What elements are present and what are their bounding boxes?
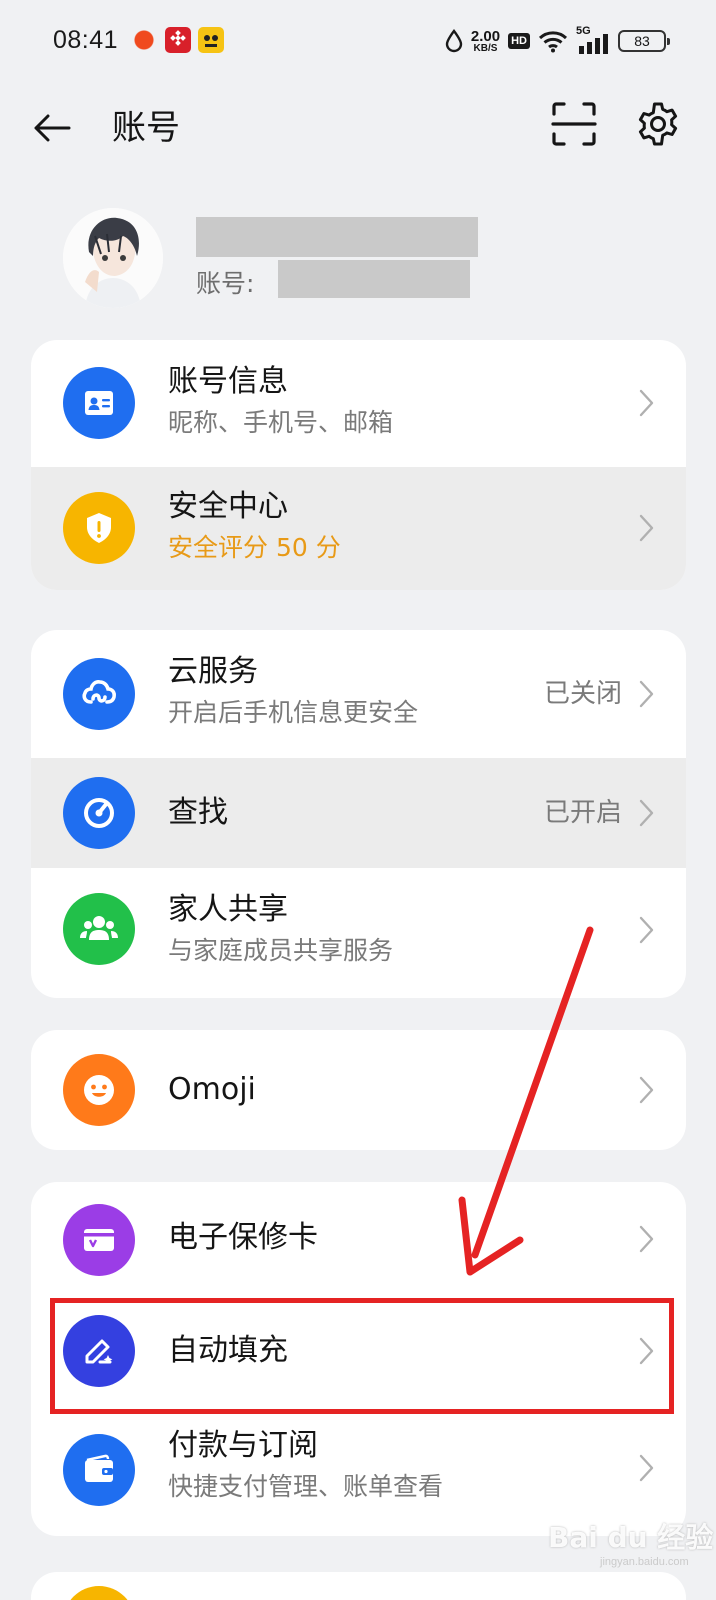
chevron-right-icon	[639, 680, 654, 708]
warranty-card-icon	[63, 1204, 135, 1276]
chevron-right-icon	[639, 1225, 654, 1253]
notification-app-icon	[131, 27, 157, 53]
notification-app-icon	[165, 27, 191, 53]
row-status: 已开启	[543, 798, 622, 828]
warranty-card-row[interactable]: 电子保修卡	[31, 1182, 686, 1296]
row-title: 电子保修卡	[168, 1220, 318, 1255]
app-header: 账号	[0, 88, 716, 168]
account-info-row[interactable]: 账号信息 昵称、手机号、邮箱	[31, 340, 686, 467]
account-id-redacted	[278, 260, 470, 298]
data-saver-icon	[445, 29, 463, 53]
row-title: 账号信息	[168, 364, 288, 399]
hd-badge: HD	[508, 33, 530, 49]
chevron-right-icon	[639, 1454, 654, 1482]
omoji-row[interactable]: Omoji	[31, 1030, 686, 1150]
row-subtitle: 开启后手机信息更安全	[168, 698, 419, 727]
network-speed: 2.00 KB/S	[470, 27, 501, 54]
security-score: 安全评分 50 分	[168, 533, 341, 562]
id-card-icon	[63, 367, 135, 439]
gear-icon	[638, 102, 678, 146]
row-title: 付款与订阅	[168, 1428, 318, 1463]
battery-indicator: 83	[618, 30, 670, 52]
cloud-service-row[interactable]: 云服务 开启后手机信息更安全 已关闭	[31, 630, 686, 758]
security-center-row[interactable]: 安全中心 安全评分 50 分	[31, 467, 686, 590]
partial-icon	[63, 1586, 135, 1600]
battery-level: 83	[634, 33, 650, 49]
username-redacted	[196, 217, 478, 257]
settings-button[interactable]	[634, 100, 682, 148]
avatar-illustration	[63, 208, 163, 308]
scan-icon	[551, 102, 597, 146]
chevron-right-icon	[639, 389, 654, 417]
chevron-right-icon	[639, 514, 654, 542]
status-time: 08:41	[53, 26, 119, 54]
smiley-icon	[63, 1054, 135, 1126]
next-card-partial	[31, 1572, 686, 1600]
account-label: 账号:	[196, 269, 255, 298]
page-title: 账号	[112, 108, 180, 148]
cloud-icon	[63, 658, 135, 730]
shield-icon	[63, 492, 135, 564]
row-subtitle: 快捷支付管理、账单查看	[168, 1472, 444, 1501]
back-button[interactable]	[30, 106, 74, 150]
notification-app-icon	[198, 27, 224, 53]
find-device-icon	[63, 777, 135, 849]
cellular-signal: 5G	[576, 25, 610, 54]
row-status: 已关闭	[543, 679, 622, 709]
chevron-right-icon	[639, 799, 654, 827]
row-title: 家人共享	[168, 892, 288, 927]
family-icon	[63, 893, 135, 965]
row-title: 安全中心	[168, 489, 288, 524]
row-subtitle: 昵称、手机号、邮箱	[168, 408, 394, 437]
wallet-icon	[63, 1434, 135, 1506]
signal-bars-icon	[579, 34, 608, 54]
services-card: 云服务 开启后手机信息更安全 已关闭 查找 已开启 家人共享 与家庭成员共享服务	[31, 630, 686, 998]
account-card: 账号信息 昵称、手机号、邮箱 安全中心 安全评分 50 分	[31, 340, 686, 590]
omoji-card: Omoji	[31, 1030, 686, 1150]
row-title: 云服务	[168, 654, 258, 689]
watermark-logo: Bai du 经验	[548, 1521, 714, 1554]
avatar[interactable]	[63, 208, 163, 308]
chevron-right-icon	[639, 1076, 654, 1104]
chevron-right-icon	[639, 916, 654, 944]
row-title: 查找	[168, 795, 228, 830]
arrow-left-icon	[34, 114, 71, 142]
status-bar: 08:41 2.00 KB/S HD 5G 83	[0, 0, 716, 84]
watermark-url: jingyan.baidu.com	[600, 1556, 689, 1568]
family-sharing-row[interactable]: 家人共享 与家庭成员共享服务	[31, 868, 686, 998]
find-device-row[interactable]: 查找 已开启	[31, 758, 686, 868]
wifi-icon	[538, 31, 568, 53]
row-title: Omoji	[168, 1072, 256, 1107]
scan-button[interactable]	[550, 100, 598, 148]
row-subtitle: 与家庭成员共享服务	[168, 936, 394, 965]
highlight-box	[50, 1298, 674, 1414]
status-indicators: 2.00 KB/S HD 5G 83	[445, 24, 670, 58]
